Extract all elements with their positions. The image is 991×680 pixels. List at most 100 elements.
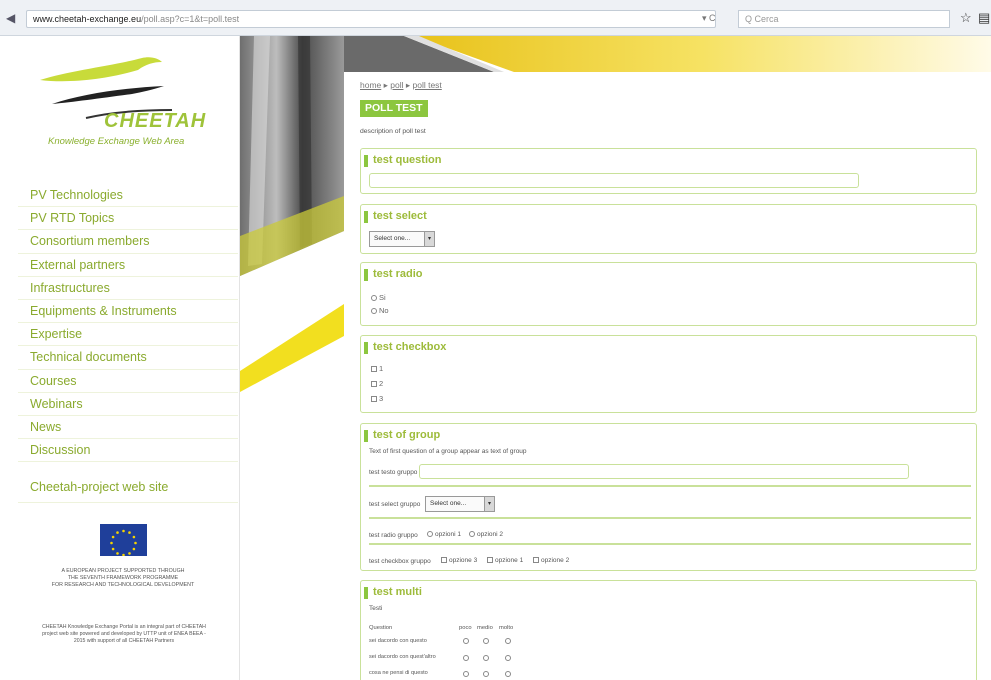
matrix-radio[interactable] bbox=[505, 655, 511, 661]
menu-item-consortium-members[interactable]: Consortium members bbox=[18, 230, 238, 254]
footer-line: CHEETAH Knowledge Exchange Portal is an … bbox=[42, 624, 206, 630]
radio-option-no[interactable]: No bbox=[371, 306, 389, 315]
checkbox[interactable] bbox=[371, 396, 377, 402]
breadcrumb-poll[interactable]: poll bbox=[390, 80, 403, 90]
decorative-photo bbox=[240, 36, 344, 680]
radio-button[interactable] bbox=[427, 531, 433, 537]
menu-item-courses[interactable]: Courses bbox=[18, 370, 238, 393]
address-bar[interactable]: www.cheetah-exchange.eu/poll.asp?c=1&t=p… bbox=[26, 10, 716, 28]
matrix-radio[interactable] bbox=[463, 655, 469, 661]
back-arrow-icon[interactable]: ◀ bbox=[6, 11, 15, 25]
checkbox[interactable] bbox=[441, 557, 447, 563]
main-menu: PV Technologies PV RTD Topics Consortium… bbox=[18, 184, 238, 463]
group-check-option-1[interactable]: opzione 3 bbox=[441, 557, 477, 564]
option-label: opzione 3 bbox=[449, 557, 478, 564]
matrix-radio[interactable] bbox=[505, 671, 511, 677]
page-title: POLL TEST bbox=[360, 100, 428, 117]
menu-item-news[interactable]: News bbox=[18, 416, 238, 440]
menu-item-pv-rtd-topics[interactable]: PV RTD Topics bbox=[18, 207, 238, 231]
header-banner bbox=[344, 36, 991, 72]
radio-option-si[interactable]: Si bbox=[371, 293, 386, 302]
star-icon[interactable]: ☆ bbox=[960, 10, 972, 26]
menu-item-external-partners[interactable]: External partners bbox=[18, 254, 238, 277]
chevron-down-icon: ▾ bbox=[484, 497, 494, 511]
url-host: www.cheetah-exchange.eu bbox=[33, 14, 142, 24]
question-title: test of group bbox=[373, 429, 441, 441]
eu-text-line: the Seventh Framework Programme bbox=[67, 575, 179, 581]
matrix-radio[interactable] bbox=[483, 638, 489, 644]
matrix-radio[interactable] bbox=[463, 671, 469, 677]
checkbox[interactable] bbox=[487, 557, 493, 563]
group-text-input[interactable] bbox=[419, 464, 909, 479]
multi-text: Testi bbox=[369, 605, 383, 612]
group-check-option-2[interactable]: opzione 1 bbox=[487, 557, 523, 564]
group-radio-option-2[interactable]: opzioni 2 bbox=[469, 531, 503, 538]
matrix-radio[interactable] bbox=[483, 655, 489, 661]
group-check-label: test checkbox gruppo bbox=[369, 558, 431, 565]
group-check-option-3[interactable]: opzione 2 bbox=[533, 557, 569, 564]
matrix-radio[interactable] bbox=[463, 638, 469, 644]
question-marker bbox=[364, 342, 368, 354]
checkbox[interactable] bbox=[371, 381, 377, 387]
poll-description: description of poll test bbox=[360, 128, 426, 135]
question-title: test radio bbox=[373, 268, 423, 280]
option-label: No bbox=[379, 306, 389, 315]
question-marker bbox=[364, 211, 368, 223]
eu-text-line: A European project supported through bbox=[61, 568, 185, 574]
radio-button[interactable] bbox=[371, 295, 377, 301]
option-label: opzioni 2 bbox=[477, 531, 504, 538]
menu-item-technical-documents[interactable]: Technical documents bbox=[18, 346, 238, 370]
menu-item-webinars[interactable]: Webinars bbox=[18, 393, 238, 416]
footer-text: CHEETAH Knowledge Exchange Portal is an … bbox=[8, 624, 240, 645]
clipboard-icon[interactable]: ▤ bbox=[978, 10, 990, 26]
question-marker bbox=[364, 269, 368, 281]
matrix-row-label: sei dacordo con questo bbox=[369, 638, 427, 644]
refresh-icon[interactable]: ▾ C bbox=[702, 13, 716, 24]
breadcrumb-home[interactable]: home bbox=[360, 80, 381, 90]
browser-toolbar: ◀ www.cheetah-exchange.eu/poll.asp?c=1&t… bbox=[0, 0, 991, 36]
test-select-dropdown[interactable]: Select one... ▾ bbox=[369, 231, 435, 247]
radio-button[interactable] bbox=[469, 531, 475, 537]
group-radio-option-1[interactable]: opzioni 1 bbox=[427, 531, 461, 538]
question-title: test question bbox=[373, 154, 442, 166]
menu-item-equipments[interactable]: Equipments & Instruments bbox=[18, 300, 238, 324]
matrix-column-header: medio bbox=[477, 625, 493, 631]
checkbox-option-2[interactable]: 2 bbox=[371, 379, 383, 388]
breadcrumb-poll-test[interactable]: poll test bbox=[413, 80, 442, 90]
divider bbox=[369, 543, 971, 545]
group-text-label: test testo gruppo bbox=[369, 469, 418, 476]
menu-item-infrastructures[interactable]: Infrastructures bbox=[18, 277, 238, 300]
divider bbox=[369, 485, 971, 487]
menu-item-expertise[interactable]: Expertise bbox=[18, 323, 238, 347]
cheetah-logo[interactable]: CHEETAH Knowledge Exchange Web Area bbox=[22, 44, 222, 154]
matrix-radio[interactable] bbox=[483, 671, 489, 677]
url-path: /poll.asp?c=1&t=poll.test bbox=[141, 14, 240, 24]
test-question-input[interactable] bbox=[369, 173, 859, 188]
option-label: opzione 1 bbox=[495, 557, 524, 564]
menu-item-discussion[interactable]: Discussion bbox=[18, 439, 238, 463]
question-checkbox-box: test checkbox 1 2 3 bbox=[360, 335, 977, 413]
matrix-row-label: sei dacordo con quest'altro bbox=[369, 654, 436, 660]
browser-search-input[interactable]: Q Cerca bbox=[738, 10, 950, 28]
option-label: 3 bbox=[379, 394, 384, 403]
checkbox-option-1[interactable]: 1 bbox=[371, 364, 383, 373]
select-value: Select one... bbox=[374, 235, 411, 242]
logo-name: CHEETAH bbox=[104, 110, 207, 132]
group-select-dropdown[interactable]: Select one... ▾ bbox=[425, 496, 495, 512]
checkbox[interactable] bbox=[533, 557, 539, 563]
question-marker bbox=[364, 155, 368, 167]
menu-item-pv-technologies[interactable]: PV Technologies bbox=[18, 184, 238, 208]
project-website-link[interactable]: Cheetah-project web site bbox=[30, 480, 168, 494]
matrix-radio[interactable] bbox=[505, 638, 511, 644]
eu-flag-icon bbox=[100, 524, 147, 557]
question-group-box: test of group Text of first question of … bbox=[360, 423, 977, 571]
checkbox[interactable] bbox=[371, 366, 377, 372]
eu-support-text: A European project supported through the… bbox=[10, 568, 236, 589]
checkbox-option-3[interactable]: 3 bbox=[371, 394, 383, 403]
matrix-row-label: cosa ne pensi di questo bbox=[369, 670, 428, 676]
divider bbox=[18, 502, 238, 503]
radio-button[interactable] bbox=[371, 308, 377, 314]
option-label: opzioni 1 bbox=[435, 531, 462, 538]
select-value: Select one... bbox=[430, 500, 467, 507]
matrix-column-header: poco bbox=[459, 625, 472, 631]
